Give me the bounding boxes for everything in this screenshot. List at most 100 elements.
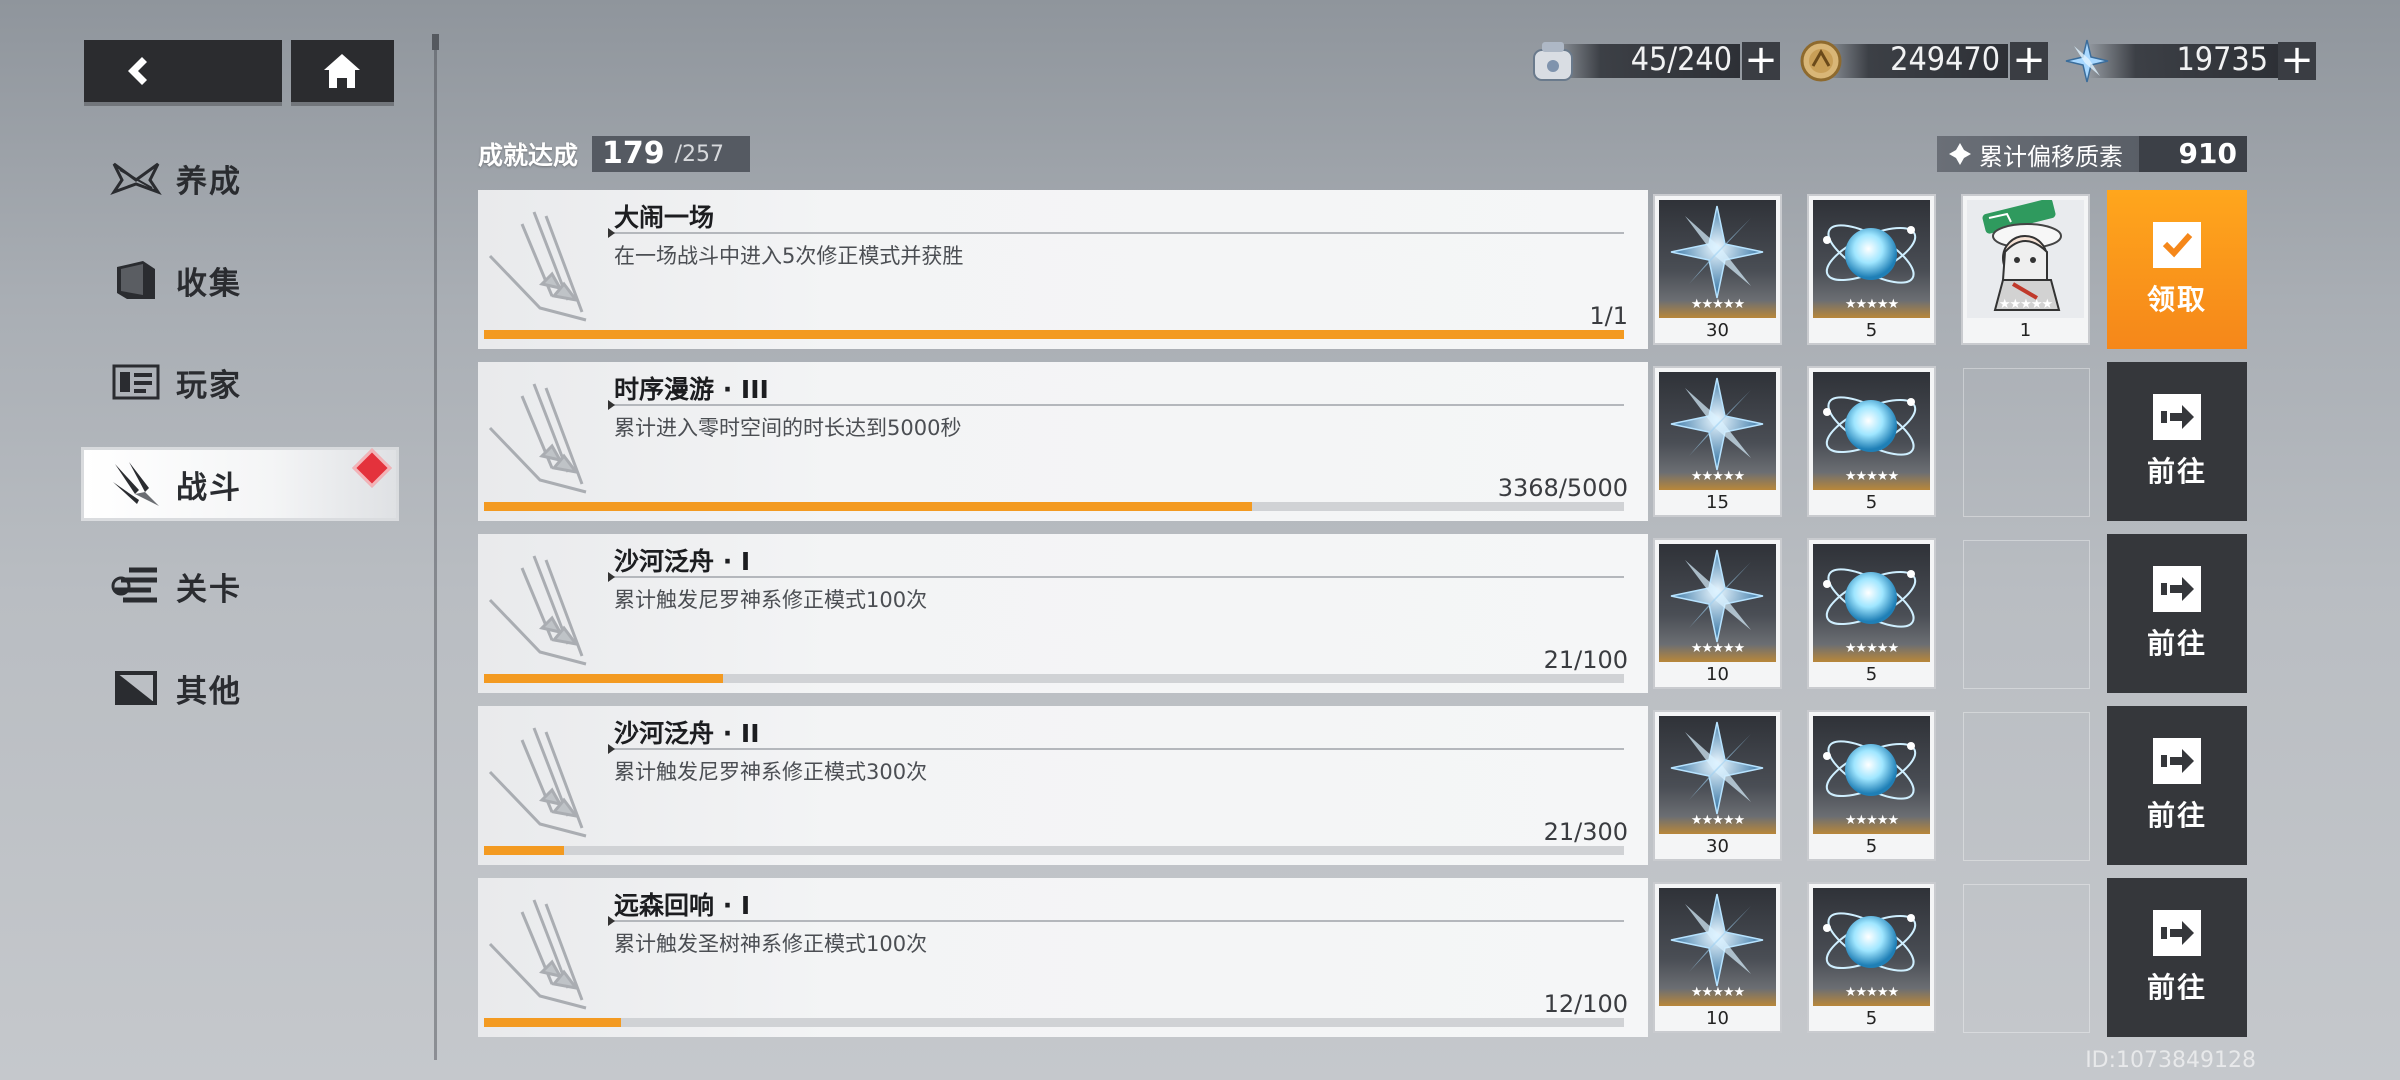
reward-item[interactable]: ★★★★★ 30 (1655, 712, 1780, 859)
achievement-row: 沙河泛舟 · I 累计触发尼罗神系修正模式100次 21/100 ★★★★★ 10 ★★★… (478, 534, 2247, 693)
rarity-stars: ★★★★★ (1690, 641, 1745, 656)
achievement-emblem-icon (482, 204, 596, 330)
points-value: 910 (2139, 136, 2247, 172)
sidebar-item-cultivate[interactable]: 养成 (84, 144, 396, 212)
misc-icon (106, 663, 166, 713)
sidebar-item-stage[interactable]: 关卡 (84, 552, 396, 620)
sidebar-divider (432, 34, 439, 1060)
crystal-reward-icon: ★★★★★ (1659, 200, 1776, 318)
sidebar-item-label: 其他 (176, 673, 242, 710)
go-button[interactable]: 前往 (2107, 878, 2247, 1037)
go-button[interactable]: 前往 (2107, 706, 2247, 865)
progress-bar (484, 674, 1624, 683)
coin-value: 249470 (1890, 40, 2000, 78)
reward-item[interactable]: ★★★★★ 5 (1809, 196, 1934, 343)
wings-icon (106, 153, 166, 203)
blades-icon (106, 459, 166, 509)
sidebar-item-player[interactable]: 玩家 (84, 348, 396, 416)
go-arrow-icon (2153, 565, 2201, 612)
progress-count: 3368/5000 (1497, 474, 1628, 502)
coin-currency: 249470 + (1796, 38, 2048, 84)
notification-badge (352, 448, 392, 488)
add-coin-button[interactable]: + (2010, 40, 2048, 80)
rarity-stars: ★★★★★ (1690, 297, 1745, 312)
claim-button[interactable]: 领取 (2107, 190, 2247, 349)
reward-quantity: 30 (1706, 320, 1729, 341)
crystal-value: 19735 (2176, 40, 2268, 78)
progress-bar (484, 846, 1624, 855)
achievement-description: 累计进入零时空间的时长达到5000秒 (614, 416, 962, 440)
id-card-icon (106, 357, 166, 407)
crystal-currency: 19735 + (2062, 38, 2316, 84)
crystal-reward-icon: ★★★★★ (1659, 888, 1776, 1006)
go-button[interactable]: 前往 (2107, 362, 2247, 521)
achievement-title: 沙河泛舟 · II (614, 719, 760, 748)
back-button[interactable] (84, 40, 282, 102)
rarity-stars: ★★★★★ (1844, 985, 1899, 1000)
action-label: 前往 (2146, 798, 2207, 832)
achievement-emblem-icon (482, 376, 596, 502)
sidebar-item-other[interactable]: 其他 (84, 654, 396, 722)
achievement-description: 在一场战斗中进入5次修正模式并获胜 (614, 244, 964, 268)
home-button[interactable] (291, 40, 394, 102)
sidebar-item-collect[interactable]: 收集 (84, 246, 396, 314)
rarity-stars: ★★★★★ (1844, 641, 1899, 656)
achievement-title: 时序漫游 · III (614, 375, 769, 404)
go-arrow-icon (2153, 737, 2201, 784)
clover-icon (1949, 143, 1971, 165)
action-label: 前往 (2146, 970, 2207, 1004)
reward-quantity: 5 (1865, 1008, 1878, 1029)
reward-quantity: 15 (1706, 492, 1729, 513)
crystal-reward-icon: ★★★★★ (1659, 372, 1776, 490)
add-crystal-button[interactable]: + (2278, 40, 2316, 80)
reward-quantity: 5 (1865, 320, 1878, 341)
crystal-icon (2065, 39, 2109, 83)
back-arrow-icon (128, 57, 147, 85)
sidebar-item-label: 战斗 (176, 469, 242, 506)
progress-count: 1/1 (1589, 302, 1628, 330)
achievement-title: 远森回响 · I (614, 891, 751, 920)
reward-quantity: 30 (1706, 836, 1729, 857)
sidebar-item-battle[interactable]: 战斗 (84, 448, 396, 518)
title-divider (608, 744, 1624, 754)
achievement-label: 成就达成 (478, 141, 579, 170)
reward-item[interactable]: ★★★★★ 5 (1809, 712, 1934, 859)
title-divider (608, 572, 1624, 582)
go-button[interactable]: 前往 (2107, 534, 2247, 693)
home-icon (324, 54, 360, 88)
reward-item[interactable]: ★★★★★ 15 (1655, 368, 1780, 515)
reward-item[interactable]: ★★★★★ 5 (1809, 368, 1934, 515)
empty-reward-slot (1963, 884, 2090, 1033)
progress-count: 12/100 (1543, 990, 1628, 1018)
achievement-title: 大闹一场 (614, 203, 715, 232)
achievement-row: 远森回响 · I 累计触发圣树神系修正模式100次 12/100 ★★★★★ 10 ★★★… (478, 878, 2247, 1037)
reward-item[interactable]: ★★★★★ 1 (1963, 196, 2088, 343)
book-icon (106, 255, 166, 305)
reward-item[interactable]: ★★★★★ 5 (1809, 540, 1934, 687)
character-reward-icon: ★★★★★ (1967, 200, 2084, 318)
achievement-card: 远森回响 · I 累计触发圣树神系修正模式100次 12/100 (478, 878, 1648, 1037)
sidebar-item-label: 关卡 (176, 571, 242, 608)
add-stamina-button[interactable]: + (1742, 40, 1780, 80)
achievement-description: 累计触发圣树神系修正模式100次 (614, 932, 928, 956)
reward-item[interactable]: ★★★★★ 30 (1655, 196, 1780, 343)
rarity-stars: ★★★★★ (1690, 469, 1745, 484)
rarity-stars: ★★★★★ (1690, 985, 1745, 1000)
achievement-summary: 成就达成 179 /257 (478, 136, 751, 172)
achievement-title: 沙河泛舟 · I (614, 547, 751, 576)
achievement-row: 沙河泛舟 · II 累计触发尼罗神系修正模式300次 21/300 ★★★★★ 30 ★★… (478, 706, 2247, 865)
progress-fill (484, 1018, 621, 1027)
progress-count: 21/300 (1543, 818, 1628, 846)
reward-quantity: 5 (1865, 664, 1878, 685)
reward-quantity: 5 (1865, 836, 1878, 857)
achievement-card: 沙河泛舟 · II 累计触发尼罗神系修正模式300次 21/300 (478, 706, 1648, 865)
reward-item[interactable]: ★★★★★ 10 (1655, 540, 1780, 687)
reward-item[interactable]: ★★★★★ 10 (1655, 884, 1780, 1031)
points-summary: 累计偏移质素 910 (1937, 136, 2247, 172)
reward-item[interactable]: ★★★★★ 5 (1809, 884, 1934, 1031)
progress-fill (484, 674, 724, 683)
orb-reward-icon: ★★★★★ (1813, 544, 1930, 662)
achievement-row: 时序漫游 · III 累计进入零时空间的时长达到5000秒 3368/5000 ★★★… (478, 362, 2247, 521)
achievement-card: 时序漫游 · III 累计进入零时空间的时长达到5000秒 3368/5000 (478, 362, 1648, 521)
achievement-total: /257 (674, 142, 725, 167)
